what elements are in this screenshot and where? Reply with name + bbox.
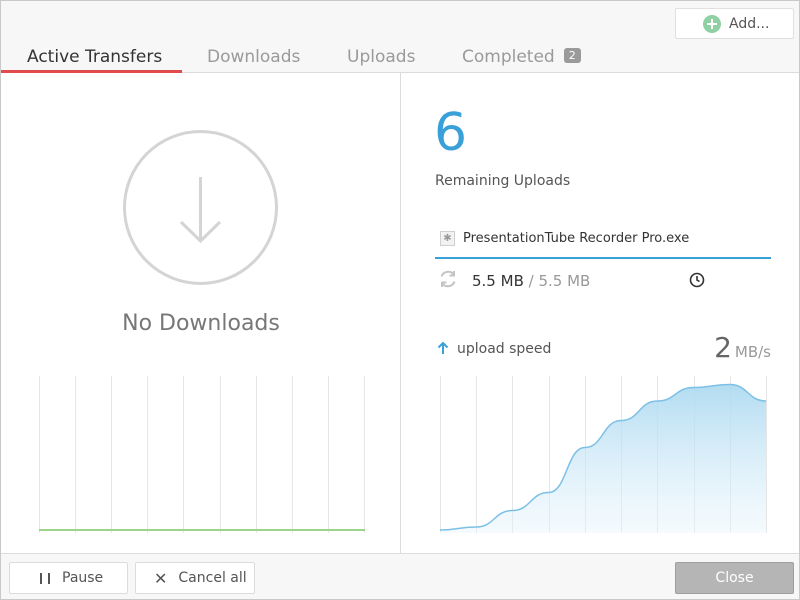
close-icon: ✕ <box>154 568 168 588</box>
upload-file-row[interactable]: ✱ PresentationTube Recorder Pro.exe <box>435 229 771 259</box>
speed-number: 2 <box>714 331 732 364</box>
up-arrow-icon <box>437 341 449 354</box>
file-name: PresentationTube Recorder Pro.exe <box>463 231 690 246</box>
upload-speed-value: 2 MB/s <box>714 331 771 364</box>
download-arrow-icon <box>123 130 278 285</box>
file-icon: ✱ <box>440 231 455 246</box>
transfer-window: Add... Active Transfers Downloads Upload… <box>0 0 800 600</box>
upload-speed-graph <box>440 376 767 533</box>
footer-bar: Pause ✕ Cancel all Close <box>1 553 799 599</box>
tab-uploads[interactable]: Uploads <box>347 47 415 67</box>
remaining-uploads-label: Remaining Uploads <box>435 173 571 189</box>
tab-label: Active Transfers <box>27 47 163 67</box>
tab-downloads[interactable]: Downloads <box>207 47 300 67</box>
pause-button[interactable]: Pause <box>9 562 128 594</box>
header-bar: Add... Active Transfers Downloads Upload… <box>1 1 799 73</box>
close-label: Close <box>715 570 754 586</box>
uploads-panel: 6 Remaining Uploads ✱ PresentationTube R… <box>402 73 799 553</box>
pause-icon <box>40 572 50 584</box>
add-button-label: Add... <box>729 15 770 32</box>
upload-speed-label: upload speed <box>457 341 552 357</box>
no-downloads-label: No Downloads <box>122 311 280 336</box>
close-button[interactable]: Close <box>675 562 794 594</box>
sync-icon <box>440 270 456 288</box>
upload-speed-area <box>440 384 766 533</box>
pause-label: Pause <box>62 570 104 586</box>
tab-label: Completed <box>462 47 555 67</box>
download-speed-graph <box>39 376 365 533</box>
tab-active-transfers[interactable]: Active Transfers <box>27 47 162 67</box>
speed-unit: MB/s <box>734 343 771 361</box>
size-transferred: 5.5 MB <box>472 272 524 290</box>
completed-count-badge: 2 <box>563 48 581 63</box>
cancel-all-label: Cancel all <box>178 570 247 586</box>
tab-label: Uploads <box>347 47 416 67</box>
remaining-uploads-count: 6 <box>434 103 468 163</box>
downloads-panel: No Downloads <box>1 73 401 553</box>
clock-icon <box>689 272 705 288</box>
size-separator: / <box>528 272 534 290</box>
graph-grid <box>39 376 365 533</box>
plus-icon <box>703 15 721 33</box>
size-total: 5.5 MB <box>538 272 591 290</box>
tab-completed[interactable]: Completed 2 <box>462 47 581 67</box>
tab-label: Downloads <box>207 47 301 67</box>
transfer-size: 5.5 MB / 5.5 MB <box>472 272 590 290</box>
add-button[interactable]: Add... <box>675 8 794 39</box>
cancel-all-button[interactable]: ✕ Cancel all <box>135 562 255 594</box>
